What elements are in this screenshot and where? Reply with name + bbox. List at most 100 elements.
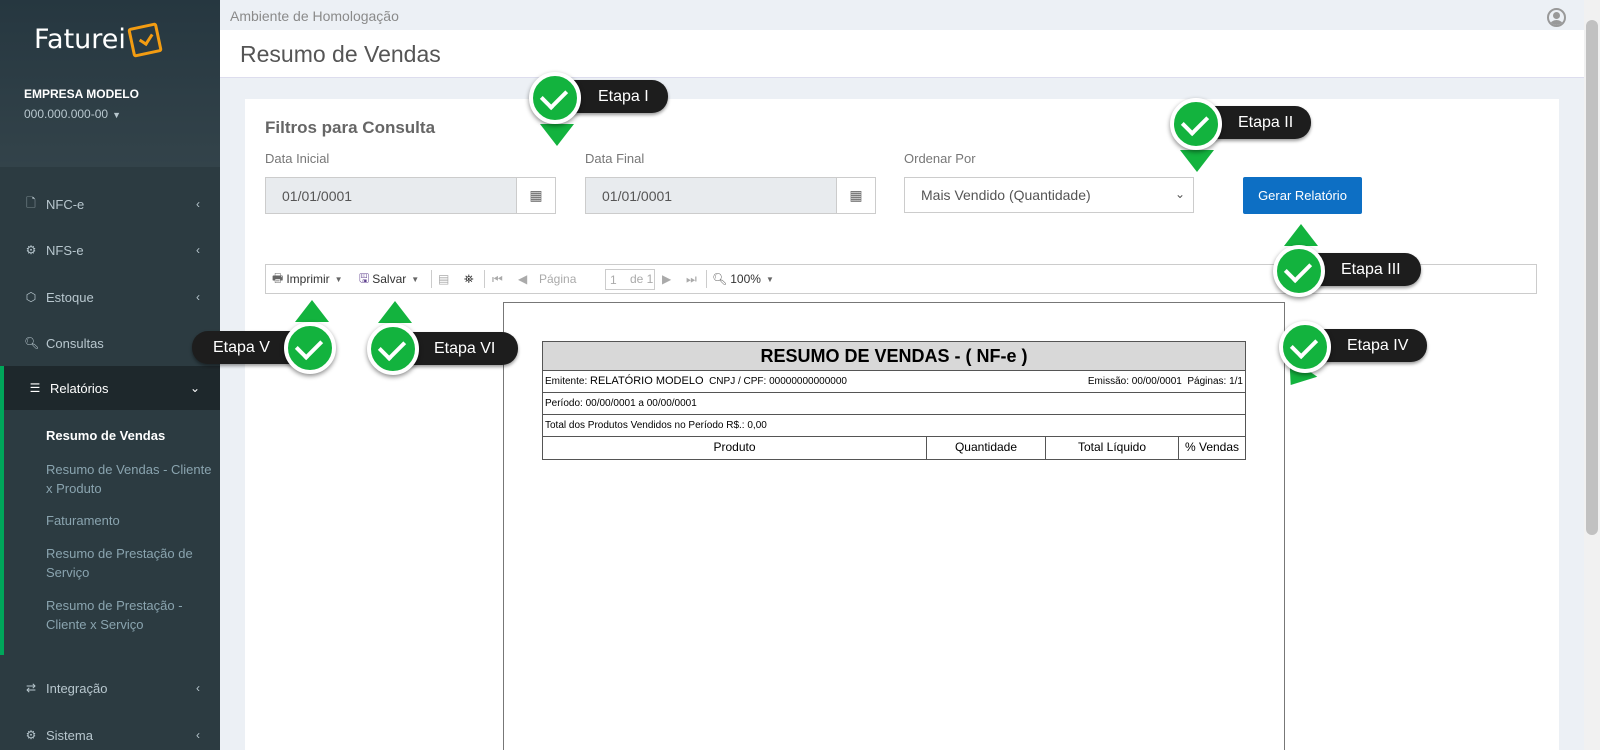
company-cnpj-dropdown[interactable]: 000.000.000-00 ▼ xyxy=(24,107,121,121)
file-icon: 🗋 xyxy=(26,195,36,210)
sidebar-item-label: Relatórios xyxy=(50,380,109,396)
toolbar-divider xyxy=(706,270,707,288)
sidebar-item-label: NFC-e xyxy=(46,196,85,212)
next-page-icon[interactable]: ▶ xyxy=(662,265,671,293)
check-circle-icon xyxy=(1170,98,1222,150)
report-period-row: Período: 00/00/0001 a 00/00/0001 xyxy=(543,393,1245,415)
sidebar-item-nfce[interactable]: 🗋 NFC-e ‹ xyxy=(0,182,220,226)
environment-label: Ambiente de Homologação xyxy=(230,8,399,24)
exchange-icon: ⇄ xyxy=(25,681,37,695)
submenu-item-resumo-prestacao-cliente-servico[interactable]: Resumo de Prestação - Cliente x Serviço xyxy=(46,596,216,634)
logo-icon xyxy=(127,21,163,58)
chevron-left-icon: ‹ xyxy=(196,681,200,695)
save-label: Salvar xyxy=(372,272,407,286)
order-by-label: Ordenar Por xyxy=(904,151,976,166)
report-emission: Emissão: 00/00/0001 xyxy=(1087,376,1182,387)
zoom-select[interactable]: 🔍︎ 100% ▼ xyxy=(712,265,774,293)
top-bar: Ambiente de Homologação xyxy=(220,0,1584,30)
binoculars-icon[interactable]: ⛯ xyxy=(464,265,474,293)
calendar-icon[interactable]: ▦ xyxy=(517,177,556,214)
cogs-icon: ⚙ xyxy=(25,728,37,742)
callout-pointer xyxy=(1180,150,1214,172)
column-header-percent-vendas: % Vendas xyxy=(1184,440,1240,454)
check-circle-icon xyxy=(1273,245,1325,297)
sidebar-item-estoque[interactable]: ⬡ Estoque ‹ xyxy=(0,275,220,319)
page-label: Página xyxy=(539,272,577,286)
report-cnpj-label: CNPJ / CPF: xyxy=(709,376,767,387)
zoom-icon: 🔍︎ xyxy=(712,272,728,286)
document-map-icon[interactable]: ▤ xyxy=(438,265,449,293)
submenu-item-resumo-vendas[interactable]: Resumo de Vendas xyxy=(46,426,216,445)
logo-text: Faturei xyxy=(34,24,126,55)
submenu-item-resumo-vendas-cliente-produto[interactable]: Resumo de Vendas - Cliente x Produto xyxy=(46,460,216,498)
report-emitente-row: Emitente: RELATÓRIO MODELO CNPJ / CPF: 0… xyxy=(543,371,1245,393)
sidebar-item-integracao[interactable]: ⇄ Integração ‹ xyxy=(0,666,220,710)
callout-pointer xyxy=(540,124,574,146)
generate-report-button[interactable]: Gerar Relatório xyxy=(1243,177,1362,214)
chevron-left-icon: ‹ xyxy=(196,290,200,304)
callout-pointer xyxy=(1284,224,1318,246)
search-icon: 🔍︎ xyxy=(24,336,40,350)
report-title: RESUMO DE VENDAS - ( NF-e ) xyxy=(543,342,1245,371)
chevron-left-icon: ‹ xyxy=(196,728,200,742)
chevron-down-icon: ⌄ xyxy=(1174,187,1185,201)
print-label: Imprimir xyxy=(286,272,330,286)
sidebar-item-label: Estoque xyxy=(46,289,94,305)
zoom-value: 100% xyxy=(730,272,761,286)
order-by-value: Mais Vendido (Quantidade) xyxy=(921,187,1091,203)
start-date-label: Data Inicial xyxy=(265,151,330,166)
page-count: de 1 xyxy=(630,272,654,286)
scrollbar[interactable] xyxy=(1584,0,1600,750)
chevron-down-icon: ⌄ xyxy=(189,381,200,395)
caret-down-icon: ▼ xyxy=(411,274,420,284)
printer-icon: 🖶 xyxy=(272,270,284,285)
check-circle-icon xyxy=(284,322,336,374)
report-column-headers: Produto Quantidade Total Líquido % Venda… xyxy=(543,437,1245,459)
sidebar: Faturei EMPRESA MODELO 000.000.000-00 ▼ 🗋… xyxy=(0,0,220,750)
end-date-label: Data Final xyxy=(585,151,645,166)
sidebar-item-label: Integração xyxy=(46,680,108,696)
callout-pointer xyxy=(295,300,329,322)
save-button[interactable]: 🖫 Salvar ▼ xyxy=(359,265,419,293)
logo[interactable]: Faturei xyxy=(34,21,163,58)
sidebar-item-label: Consultas xyxy=(46,335,104,351)
user-avatar-icon[interactable] xyxy=(1547,8,1566,27)
submenu-item-resumo-prestacao[interactable]: Resumo de Prestação de Serviço xyxy=(46,544,216,582)
filters-title: Filtros para Consulta xyxy=(265,118,436,137)
sidebar-item-nfse[interactable]: ⚙ NFS-e ‹ xyxy=(0,228,220,272)
report-table: RESUMO DE VENDAS - ( NF-e ) Emitente: RE… xyxy=(542,341,1246,460)
check-circle-icon xyxy=(1279,321,1331,373)
sidebar-item-sistema[interactable]: ⚙ Sistema ‹ xyxy=(0,713,220,750)
caret-down-icon: ▼ xyxy=(112,110,121,120)
first-page-icon[interactable]: ⏮ xyxy=(492,265,503,293)
sidebar-item-relatorios[interactable]: ☰ Relatórios ⌄ xyxy=(0,366,220,410)
chevron-left-icon: ‹ xyxy=(196,243,200,257)
sidebar-item-consultas[interactable]: 🔍︎ Consultas xyxy=(0,321,220,365)
chevron-left-icon: ‹ xyxy=(196,197,200,211)
company-name: EMPRESA MODELO xyxy=(24,87,139,101)
floppy-disk-icon: 🖫 xyxy=(359,270,370,285)
toolbar-divider xyxy=(484,270,485,288)
check-circle-icon xyxy=(529,72,581,124)
scrollbar-thumb[interactable] xyxy=(1586,20,1598,535)
report-emission-pages: Emissão: 00/00/0001 Páginas: 1/1 xyxy=(1088,371,1243,392)
cube-icon: ⬡ xyxy=(25,290,37,304)
check-circle-icon xyxy=(367,323,419,375)
report-page: RESUMO DE VENDAS - ( NF-e ) Emitente: RE… xyxy=(503,302,1285,750)
end-date-input[interactable]: 01/01/0001 xyxy=(585,177,837,214)
column-header-produto: Produto xyxy=(543,437,927,459)
caret-down-icon: ▼ xyxy=(334,274,343,284)
print-button[interactable]: 🖶 Imprimir ▼ xyxy=(272,265,343,293)
report-cnpj-value: 00000000000000 xyxy=(769,376,847,387)
brand-area: Faturei EMPRESA MODELO 000.000.000-00 ▼ xyxy=(0,0,220,167)
previous-page-icon[interactable]: ◀ xyxy=(518,265,527,293)
sidebar-item-label: NFS-e xyxy=(46,242,84,258)
report-pages: Páginas: 1/1 xyxy=(1187,376,1243,387)
calendar-icon[interactable]: ▦ xyxy=(837,177,876,214)
submenu-item-faturamento[interactable]: Faturamento xyxy=(46,511,216,530)
order-by-select[interactable]: Mais Vendido (Quantidade) ⌄ xyxy=(904,177,1194,213)
toolbar-divider xyxy=(431,270,432,288)
start-date-input[interactable]: 01/01/0001 xyxy=(265,177,517,214)
last-page-icon[interactable]: ⏭ xyxy=(686,265,697,293)
callout-pointer xyxy=(378,301,412,323)
